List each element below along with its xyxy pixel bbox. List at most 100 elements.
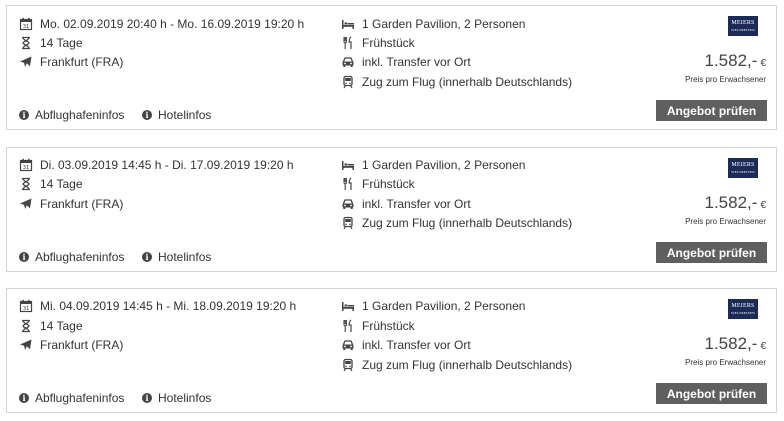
board-info: Frühstück xyxy=(341,35,415,51)
board-info: Frühstück xyxy=(341,176,415,192)
plane-icon xyxy=(19,197,33,211)
travel-dates-text: Mo. 02.09.2019 20:40 h - Mo. 16.09.2019 … xyxy=(40,17,305,31)
cutlery-icon xyxy=(341,36,355,50)
departure-airport-text: Frankfurt (FRA) xyxy=(40,55,124,69)
price: 1.582,- € xyxy=(705,334,767,354)
airport-info-label: Abflughafeninfos xyxy=(35,108,125,122)
transfer-info: inkl. Transfer vor Ort xyxy=(341,54,471,70)
room-info: 1 Garden Pavilion, 2 Personen xyxy=(341,157,525,173)
train-icon xyxy=(341,216,355,230)
price-value: 1.582,- xyxy=(704,51,758,70)
price-currency: € xyxy=(760,58,766,69)
airport-info-link[interactable]: i Abflughafeninfos xyxy=(19,108,124,122)
room-info-text: 1 Garden Pavilion, 2 Personen xyxy=(362,17,526,31)
train-info: Zug zum Flug (innerhalb Deutschlands) xyxy=(341,357,572,373)
transfer-info-text: inkl. Transfer vor Ort xyxy=(362,338,471,352)
train-icon xyxy=(341,75,355,89)
price-note: Preis pro Erwachsener xyxy=(685,358,766,367)
departure-airport-text: Frankfurt (FRA) xyxy=(40,197,124,211)
board-info: Frühstück xyxy=(341,318,415,334)
train-icon xyxy=(341,358,355,372)
hotel-info-label: Hotelinfos xyxy=(158,250,212,264)
travel-dates: 31 Mi. 04.09.2019 14:45 h - Mi. 18.09.20… xyxy=(19,298,296,314)
airport-info-label: Abflughafeninfos xyxy=(35,250,125,264)
price-note: Preis pro Erwachsener xyxy=(685,75,766,84)
trip-duration-text: 14 Tage xyxy=(40,177,83,191)
board-info-text: Frühstück xyxy=(362,319,415,333)
travel-dates-text: Di. 03.09.2019 14:45 h - Di. 17.09.2019 … xyxy=(40,158,294,172)
price: 1.582,- € xyxy=(705,51,767,71)
info-icon: i xyxy=(142,110,152,120)
departure-airport-text: Frankfurt (FRA) xyxy=(40,338,124,352)
room-info: 1 Garden Pavilion, 2 Personen xyxy=(341,298,525,314)
trip-duration-text: 14 Tage xyxy=(40,36,83,50)
info-icon: i xyxy=(142,252,152,262)
info-icon: i xyxy=(19,393,29,403)
cutlery-icon xyxy=(341,177,355,191)
trip-duration: 14 Tage xyxy=(19,176,83,192)
car-icon xyxy=(341,197,355,211)
trip-duration: 14 Tage xyxy=(19,35,83,51)
airport-info-link[interactable]: i Abflughafeninfos xyxy=(19,391,124,405)
price-value: 1.582,- xyxy=(704,334,758,353)
offer-card: 31 Mi. 04.09.2019 14:45 h - Mi. 18.09.20… xyxy=(6,288,777,413)
room-info-text: 1 Garden Pavilion, 2 Personen xyxy=(362,158,526,172)
calendar-icon: 31 xyxy=(19,158,33,172)
departure-airport: Frankfurt (FRA) xyxy=(19,54,123,70)
train-info: Zug zum Flug (innerhalb Deutschlands) xyxy=(341,215,572,231)
svg-text:31: 31 xyxy=(23,165,29,171)
transfer-info-text: inkl. Transfer vor Ort xyxy=(362,55,471,69)
hourglass-icon xyxy=(19,177,33,191)
airport-info-label: Abflughafeninfos xyxy=(35,391,125,405)
car-icon xyxy=(341,338,355,352)
hotel-info-label: Hotelinfos xyxy=(158,391,212,405)
calendar-icon: 31 xyxy=(19,17,33,31)
svg-text:31: 31 xyxy=(23,306,29,312)
bed-icon xyxy=(341,17,355,31)
svg-text:31: 31 xyxy=(23,24,29,30)
trip-duration: 14 Tage xyxy=(19,318,83,334)
travel-dates: 31 Di. 03.09.2019 14:45 h - Di. 17.09.20… xyxy=(19,157,294,173)
operator-logo: MEIERS WELTREISEN xyxy=(728,16,758,36)
departure-airport: Frankfurt (FRA) xyxy=(19,337,123,353)
info-icon: i xyxy=(19,110,29,120)
hotel-info-link[interactable]: i Hotelinfos xyxy=(142,250,211,264)
bed-icon xyxy=(341,158,355,172)
info-icon: i xyxy=(19,252,29,262)
price-value: 1.582,- xyxy=(704,193,758,212)
check-offer-button[interactable]: Angebot prüfen xyxy=(656,242,767,263)
hourglass-icon xyxy=(19,36,33,50)
train-info-text: Zug zum Flug (innerhalb Deutschlands) xyxy=(362,216,573,230)
operator-logo: MEIERS WELTREISEN xyxy=(728,158,758,178)
plane-icon xyxy=(19,55,33,69)
plane-icon xyxy=(19,338,33,352)
train-info: Zug zum Flug (innerhalb Deutschlands) xyxy=(341,74,572,90)
departure-airport: Frankfurt (FRA) xyxy=(19,196,123,212)
price-currency: € xyxy=(760,200,766,211)
offer-card: 31 Mo. 02.09.2019 20:40 h - Mo. 16.09.20… xyxy=(6,5,777,130)
offer-card: 31 Di. 03.09.2019 14:45 h - Di. 17.09.20… xyxy=(6,147,777,272)
car-icon xyxy=(341,55,355,69)
transfer-info: inkl. Transfer vor Ort xyxy=(341,337,471,353)
price-currency: € xyxy=(760,341,766,352)
operator-logo: MEIERS WELTREISEN xyxy=(728,299,758,319)
bed-icon xyxy=(341,299,355,313)
cutlery-icon xyxy=(341,319,355,333)
trip-duration-text: 14 Tage xyxy=(40,319,83,333)
check-offer-button[interactable]: Angebot prüfen xyxy=(656,100,767,121)
travel-dates: 31 Mo. 02.09.2019 20:40 h - Mo. 16.09.20… xyxy=(19,16,304,32)
hotel-info-label: Hotelinfos xyxy=(158,108,212,122)
hotel-info-link[interactable]: i Hotelinfos xyxy=(142,391,211,405)
price-note: Preis pro Erwachsener xyxy=(685,217,766,226)
train-info-text: Zug zum Flug (innerhalb Deutschlands) xyxy=(362,75,573,89)
train-info-text: Zug zum Flug (innerhalb Deutschlands) xyxy=(362,358,573,372)
price: 1.582,- € xyxy=(705,193,767,213)
calendar-icon: 31 xyxy=(19,299,33,313)
check-offer-button[interactable]: Angebot prüfen xyxy=(656,383,767,404)
airport-info-link[interactable]: i Abflughafeninfos xyxy=(19,250,124,264)
hotel-info-link[interactable]: i Hotelinfos xyxy=(142,108,211,122)
transfer-info-text: inkl. Transfer vor Ort xyxy=(362,197,471,211)
info-icon: i xyxy=(142,393,152,403)
board-info-text: Frühstück xyxy=(362,177,415,191)
room-info: 1 Garden Pavilion, 2 Personen xyxy=(341,16,525,32)
